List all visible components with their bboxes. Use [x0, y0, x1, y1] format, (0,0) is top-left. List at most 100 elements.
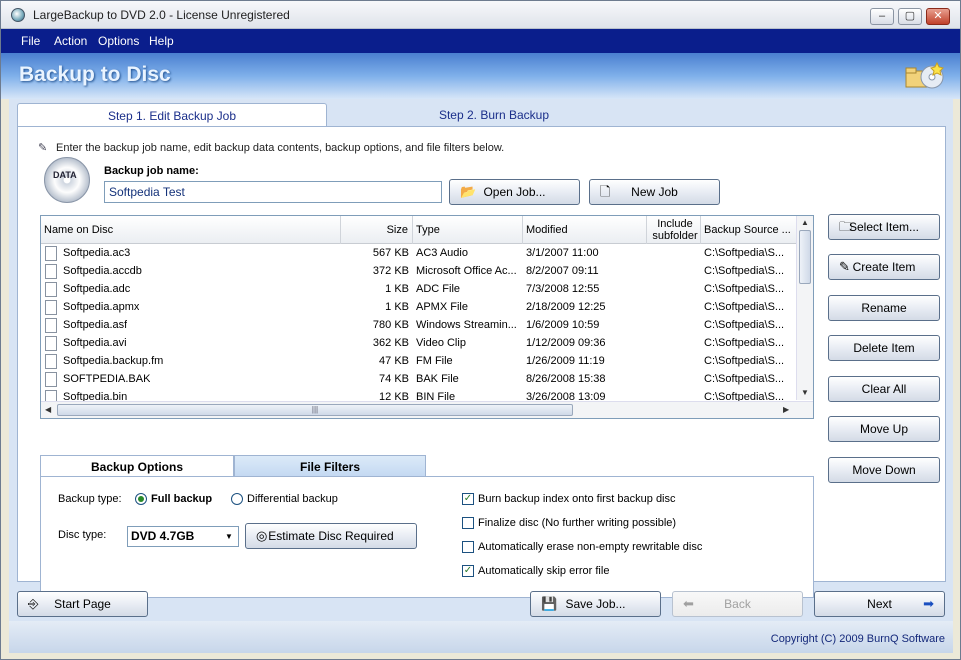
burn-index-label[interactable]: Burn backup index onto first backup disc: [478, 493, 676, 505]
col-type[interactable]: Type: [413, 216, 523, 244]
asf-file-icon: [45, 318, 57, 333]
app-icon: [11, 8, 25, 22]
table-row[interactable]: Softpedia.apmx 1 KB APMX File 2/18/2009 …: [41, 299, 797, 317]
delete-item-button[interactable]: Delete Item: [828, 335, 940, 361]
scroll-right-icon[interactable]: ▶: [783, 405, 789, 414]
scroll-up-icon[interactable]: ▲: [801, 218, 809, 227]
select-item-button[interactable]: 🗀 Select Item...: [828, 214, 940, 240]
col-size[interactable]: Size: [341, 216, 413, 244]
disc-type-label: Disc type:: [58, 529, 107, 541]
menu-options[interactable]: Options: [98, 34, 139, 48]
tab-step-1[interactable]: Step 1. Edit Backup Job: [17, 103, 327, 127]
next-arrow-icon: ➡: [923, 596, 934, 611]
job-name-input[interactable]: [104, 181, 442, 203]
instructions: ✎ Enter the backup job name, edit backup …: [38, 141, 504, 154]
page-title: Backup to Disc: [19, 63, 171, 86]
close-button[interactable]: ✕: [926, 8, 950, 25]
new-job-button[interactable]: 🗋 New Job: [589, 179, 720, 205]
estimate-disc-button[interactable]: ◎ Estimate Disc Required: [245, 523, 417, 549]
adc-file-icon: [45, 282, 57, 297]
move-down-button[interactable]: Move Down: [828, 457, 940, 483]
copyright-text: Copyright (C) 2009 BurnQ Software: [770, 633, 945, 645]
data-disc-icon: DATA: [44, 157, 90, 203]
clear-all-button[interactable]: Clear All: [828, 376, 940, 402]
minimize-button[interactable]: –: [870, 8, 894, 25]
menu-action[interactable]: Action: [54, 34, 87, 48]
skip-error-checkbox[interactable]: ✓: [462, 565, 474, 577]
col-include-subfolder[interactable]: Include subfolder: [647, 216, 701, 244]
ac3-file-icon: [45, 246, 57, 261]
disc-icon: ◎: [256, 528, 268, 543]
menu-bar: File Action Options Help: [1, 29, 960, 53]
window-title: LargeBackup to DVD 2.0 - License Unregis…: [33, 8, 290, 22]
horizontal-scrollbar[interactable]: ◀ ||| ▶: [41, 401, 813, 418]
menu-file[interactable]: File: [21, 34, 40, 48]
pencil-icon: ✎: [38, 142, 48, 154]
hint-text: Enter the backup job name, edit backup d…: [56, 142, 505, 154]
table-row[interactable]: Softpedia.avi 362 KB Video Clip 1/12/200…: [41, 335, 797, 353]
burn-index-checkbox[interactable]: ✓: [462, 493, 474, 505]
table-row[interactable]: Softpedia.ac3 567 KB AC3 Audio 3/1/2007 …: [41, 245, 797, 263]
dropdown-arrow-icon[interactable]: ▼: [222, 529, 236, 544]
next-button[interactable]: Next ➡: [814, 591, 945, 617]
accdb-file-icon: [45, 264, 57, 279]
table-row[interactable]: Softpedia.accdb 372 KB Microsoft Office …: [41, 263, 797, 281]
avi-file-icon: [45, 336, 57, 351]
tab-file-filters[interactable]: File Filters: [234, 455, 426, 477]
auto-erase-checkbox[interactable]: [462, 541, 474, 553]
backup-options-panel: Backup type: Full backup Differential ba…: [40, 476, 814, 598]
app-window: LargeBackup to DVD 2.0 - License Unregis…: [0, 0, 961, 660]
home-page-icon: ⎆: [28, 596, 39, 611]
rename-button[interactable]: Rename: [828, 295, 940, 321]
col-backup-source[interactable]: Backup Source ...: [701, 216, 797, 244]
differential-backup-label[interactable]: Differential backup: [247, 493, 338, 505]
start-page-button[interactable]: ⎆ Start Page: [17, 591, 148, 617]
differential-backup-radio[interactable]: [231, 493, 243, 505]
title-bar: LargeBackup to DVD 2.0 - License Unregis…: [1, 1, 960, 29]
open-job-button[interactable]: 📂 Open Job...: [449, 179, 580, 205]
horizontal-scroll-thumb[interactable]: |||: [57, 404, 573, 416]
disc-type-select[interactable]: DVD 4.7GB ▼: [127, 526, 239, 547]
new-document-icon: 🗋: [600, 184, 611, 199]
col-name[interactable]: Name on Disc: [41, 216, 341, 244]
list-header: Name on Disc Size Type Modified Include …: [41, 216, 797, 244]
edit-job-panel: ✎ Enter the backup job name, edit backup …: [17, 126, 946, 598]
scroll-left-icon[interactable]: ◀: [45, 405, 51, 414]
table-row[interactable]: Softpedia.adc 1 KB ADC File 7/3/2008 12:…: [41, 281, 797, 299]
edit-icon: ✎: [839, 259, 850, 274]
bak-file-icon: [45, 372, 57, 387]
vertical-scroll-thumb[interactable]: [799, 230, 811, 284]
main-content: Step 1. Edit Backup Job Step 2. Burn Bac…: [9, 99, 953, 621]
finalize-disc-label[interactable]: Finalize disc (No further writing possib…: [478, 517, 676, 529]
create-item-button[interactable]: ✎ Create Item: [828, 254, 940, 280]
backup-type-label: Backup type:: [58, 493, 122, 505]
back-button[interactable]: ⬅ Back: [672, 591, 803, 617]
job-name-label: Backup job name:: [104, 165, 199, 177]
scroll-down-icon[interactable]: ▼: [801, 388, 809, 397]
tab-step-2[interactable]: Step 2. Burn Backup: [339, 103, 649, 127]
menu-help[interactable]: Help: [149, 34, 174, 48]
full-backup-label[interactable]: Full backup: [151, 493, 212, 505]
back-arrow-icon: ⬅: [683, 596, 694, 611]
folder-icon: 📂: [460, 184, 477, 199]
table-row[interactable]: Softpedia.backup.fm 47 KB FM File 1/26/2…: [41, 353, 797, 371]
fm-file-icon: [45, 354, 57, 369]
maximize-button[interactable]: ▢: [898, 8, 922, 25]
status-bar: Copyright (C) 2009 BurnQ Software: [9, 621, 953, 653]
finalize-disc-checkbox[interactable]: [462, 517, 474, 529]
floppy-disk-icon: 💾: [541, 596, 558, 611]
file-list[interactable]: Name on Disc Size Type Modified Include …: [40, 215, 814, 419]
move-up-button[interactable]: Move Up: [828, 416, 940, 442]
full-backup-radio[interactable]: [135, 493, 147, 505]
vertical-scrollbar[interactable]: ▲ ▼: [796, 216, 813, 400]
page-header: Backup to Disc: [1, 53, 960, 99]
table-row[interactable]: Softpedia.asf 780 KB Windows Streamin...…: [41, 317, 797, 335]
backup-disc-icon: [905, 61, 944, 89]
tab-backup-options[interactable]: Backup Options: [40, 455, 234, 477]
auto-erase-label[interactable]: Automatically erase non-empty rewritable…: [478, 541, 702, 553]
table-row[interactable]: SOFTPEDIA.BAK 74 KB BAK File 8/26/2008 1…: [41, 371, 797, 389]
col-modified[interactable]: Modified: [523, 216, 647, 244]
save-job-button[interactable]: 💾 Save Job...: [530, 591, 661, 617]
select-file-icon: 🗀: [839, 219, 853, 234]
skip-error-label[interactable]: Automatically skip error file: [478, 565, 609, 577]
